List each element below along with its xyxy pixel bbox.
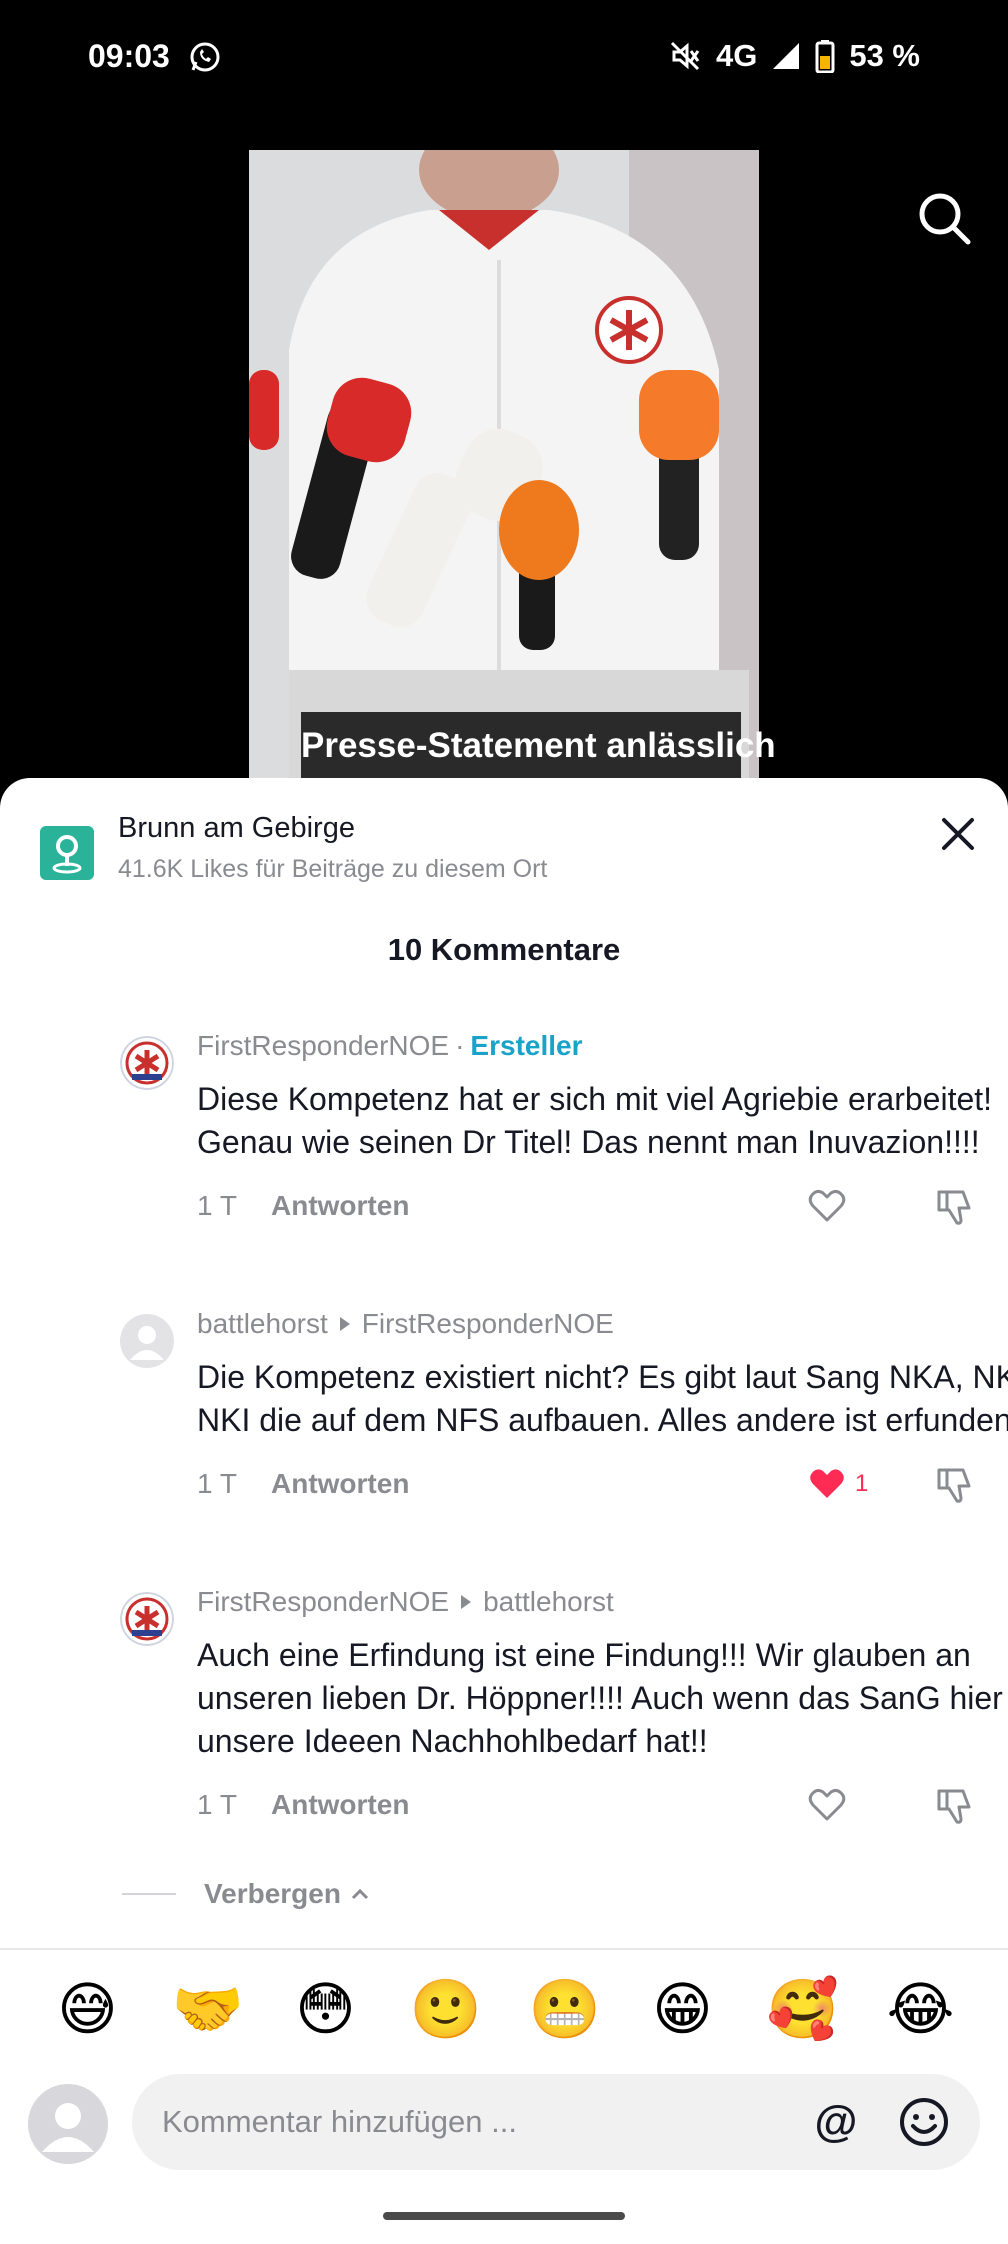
comment-input-row: Kommentar hinzufügen ... @	[0, 2074, 1008, 2184]
reply-button[interactable]: Antworten	[271, 1190, 409, 1222]
mention-at-icon[interactable]: @	[810, 2096, 862, 2148]
reply-to-user[interactable]: battlehorst	[483, 1586, 614, 1618]
reply-button[interactable]: Antworten	[271, 1789, 409, 1821]
whatsapp-icon	[190, 42, 220, 72]
hide-divider-line	[122, 1893, 176, 1895]
comment-input[interactable]: Kommentar hinzufügen ... @	[132, 2074, 980, 2170]
comment-meta: 1 T Antworten 1	[197, 1464, 982, 1504]
comment-meta: 1 T Antworten	[197, 1186, 982, 1226]
signal-icon	[773, 43, 800, 69]
mute-icon	[670, 41, 700, 71]
comment-time: 1 T	[197, 1190, 237, 1221]
reply-arrow-icon	[461, 1595, 472, 1609]
comment-text: Auch eine Erfindung ist eine Findung!!! …	[197, 1637, 1008, 1759]
comment-header: FirstResponderNOE · Ersteller	[197, 1030, 982, 1062]
comment-header: FirstResponderNOE battlehorst	[197, 1586, 982, 1618]
video-frame	[249, 150, 759, 780]
chevron-up-icon	[351, 1888, 369, 1900]
network-type: 4G	[715, 38, 758, 73]
comment-header: battlehorst FirstResponderNOE	[197, 1308, 982, 1340]
avatar[interactable]	[120, 1314, 174, 1368]
emoji-joy[interactable]: 😂	[886, 1974, 956, 2044]
separator-dot: ·	[455, 1030, 465, 1061]
battery-level: 53 %	[849, 38, 920, 73]
emoji-sweat-smile[interactable]: 😅	[53, 1974, 123, 2044]
divider	[0, 1948, 1008, 1950]
emoji-grimacing[interactable]: 😬	[529, 1974, 601, 2044]
hide-replies-label: Verbergen	[204, 1878, 341, 1909]
comment-meta: 1 T Antworten	[197, 1785, 982, 1825]
comment-text: Die Kompetenz existiert nicht? Es gibt l…	[197, 1359, 1008, 1438]
comment-item: FirstResponderNOE · Ersteller Diese Komp…	[120, 1030, 992, 1226]
dislike-icon[interactable]	[935, 1785, 975, 1825]
comment-time: 1 T	[197, 1789, 237, 1820]
comment-author[interactable]: battlehorst	[197, 1308, 328, 1340]
comment-input-placeholder: Kommentar hinzufügen ...	[162, 2104, 517, 2139]
comment-author[interactable]: FirstResponderNOE	[197, 1586, 449, 1618]
emoji-grin[interactable]: 😁	[648, 1974, 718, 2044]
video-player[interactable]	[249, 150, 759, 780]
avatar[interactable]	[120, 1036, 174, 1090]
close-icon[interactable]	[936, 812, 980, 856]
creator-badge: Ersteller	[470, 1030, 583, 1061]
comment-item: battlehorst FirstResponderNOE Die Kompet…	[120, 1308, 1008, 1504]
emoji-slight-smile[interactable]: 🙂	[410, 1974, 482, 2044]
comment-time: 1 T	[197, 1468, 237, 1499]
home-indicator[interactable]	[383, 2212, 625, 2220]
emoji-smiling-hearts[interactable]: 🥰	[767, 1974, 839, 2044]
battery-icon	[815, 40, 835, 73]
reply-button[interactable]: Antworten	[271, 1468, 409, 1500]
status-bar: 09:03 4G 53 %	[0, 0, 1008, 110]
location-bar[interactable]: Brunn am Gebirge 41.6K Likes für Beiträg…	[40, 812, 547, 884]
avatar[interactable]	[120, 1592, 174, 1646]
comment-author[interactable]: FirstResponderNOE	[197, 1030, 449, 1062]
emoji-picker-icon[interactable]	[898, 2096, 950, 2148]
emoji-flushed[interactable]: 😳	[291, 1974, 361, 2044]
heart-icon[interactable]	[807, 1186, 847, 1226]
user-avatar[interactable]	[28, 2084, 108, 2164]
comments-count-title: 10 Kommentare	[387, 932, 621, 967]
location-pin-icon	[40, 826, 94, 880]
heart-filled-icon[interactable]	[807, 1464, 847, 1504]
hide-replies-button[interactable]: Verbergen	[122, 1878, 371, 1910]
like-count: 1	[855, 1470, 869, 1497]
video-caption: Presse-Statement anlässlich	[301, 712, 776, 780]
status-time: 09:03	[88, 38, 170, 74]
dislike-icon[interactable]	[935, 1464, 975, 1504]
dislike-icon[interactable]	[935, 1186, 975, 1226]
quick-emoji-bar: 😅 🤝 😳 🙂 😬 😁 🥰 😂	[0, 1974, 1008, 2054]
location-title: Brunn am Gebirge	[118, 812, 355, 844]
reply-to-user[interactable]: FirstResponderNOE	[362, 1308, 614, 1340]
comment-item: FirstResponderNOE battlehorst Auch eine …	[120, 1586, 1008, 1825]
search-icon[interactable]	[914, 188, 976, 250]
reply-arrow-icon	[339, 1317, 350, 1331]
comment-text: Diese Kompetenz hat er sich mit viel Agr…	[197, 1081, 993, 1160]
location-subtitle: 41.6K Likes für Beiträge zu diesem Ort	[118, 855, 548, 883]
emoji-handshake[interactable]: 🤝	[172, 1974, 244, 2044]
heart-icon[interactable]	[807, 1785, 847, 1825]
comments-sheet: Brunn am Gebirge 41.6K Likes für Beiträg…	[0, 778, 1008, 2244]
